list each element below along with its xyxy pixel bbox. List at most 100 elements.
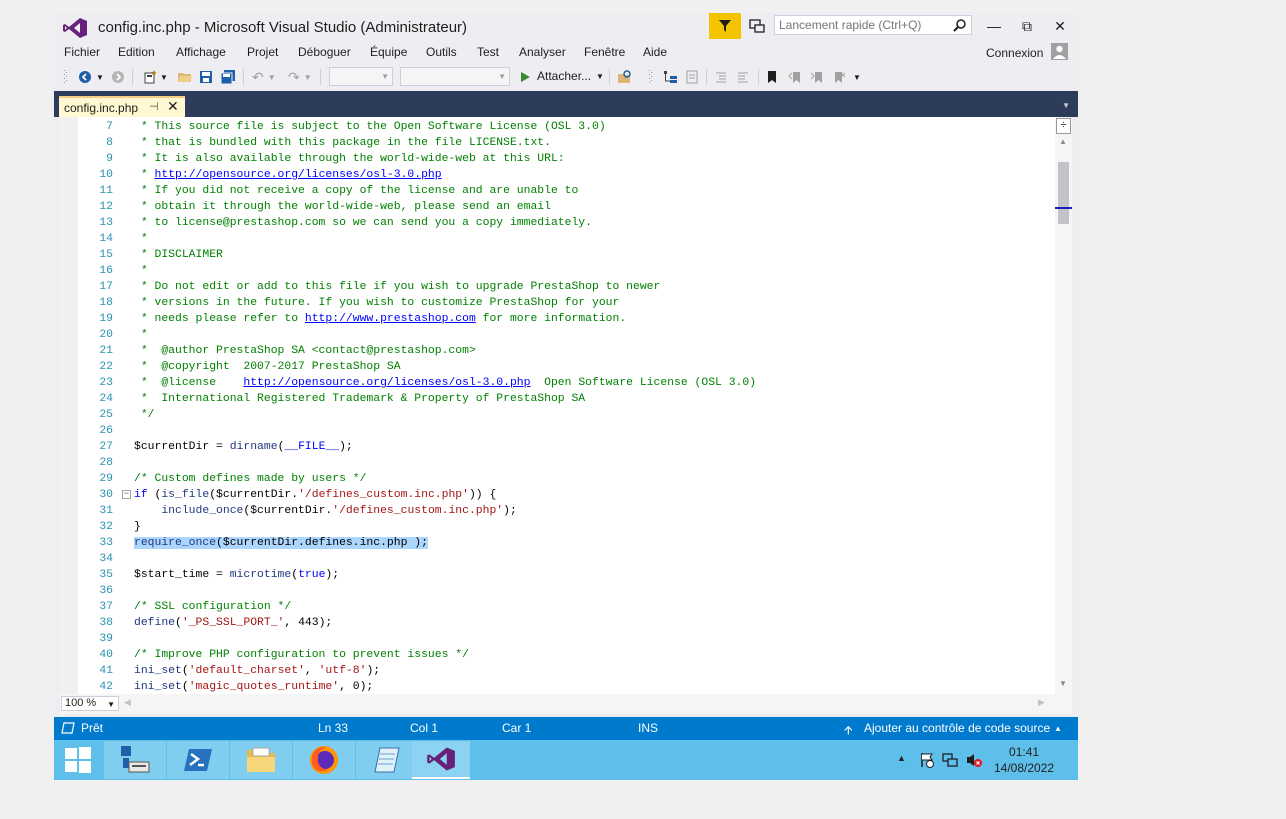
- code-line[interactable]: 19 * needs please refer to http://www.pr…: [79, 311, 1054, 327]
- code-line[interactable]: 9 * It is also available through the wor…: [79, 151, 1054, 167]
- search-icon[interactable]: [953, 18, 967, 32]
- code-area[interactable]: 7 * This source file is subject to the O…: [79, 119, 1054, 692]
- line-text[interactable]: *: [134, 231, 148, 247]
- pin-icon[interactable]: ⊣: [149, 100, 159, 113]
- line-text[interactable]: * @author PrestaShop SA <contact@prestas…: [134, 343, 476, 359]
- attach-debugger-button[interactable]: [519, 68, 531, 86]
- toolbar-grip-2[interactable]: [649, 68, 653, 86]
- code-line[interactable]: 32}: [79, 519, 1054, 535]
- menu-affichage[interactable]: Affichage: [176, 45, 226, 59]
- menu-test[interactable]: Test: [477, 45, 499, 59]
- code-line[interactable]: 31 include_once($currentDir.'/defines_cu…: [79, 503, 1054, 519]
- notifications-filter-button[interactable]: [709, 13, 741, 39]
- attach-label[interactable]: Attacher...: [537, 69, 591, 83]
- find-in-files-button[interactable]: [617, 68, 633, 86]
- code-line[interactable]: 20 *: [79, 327, 1054, 343]
- code-line[interactable]: 26: [79, 423, 1054, 439]
- zoom-level-combo[interactable]: 100 % ▼: [61, 696, 119, 711]
- code-line[interactable]: 8 * that is bundled with this package in…: [79, 135, 1054, 151]
- line-text[interactable]: * @license http://opensource.org/license…: [134, 375, 756, 391]
- source-control-up-icon[interactable]: ▲: [1054, 724, 1062, 733]
- code-line[interactable]: 7 * This source file is subject to the O…: [79, 119, 1054, 135]
- code-line[interactable]: 16 *: [79, 263, 1054, 279]
- scroll-up-icon[interactable]: ▲: [1059, 137, 1067, 146]
- line-text[interactable]: include_once($currentDir.'/defines_custo…: [134, 503, 516, 519]
- code-line[interactable]: 11 * If you did not receive a copy of th…: [79, 183, 1054, 199]
- indent-button[interactable]: [736, 68, 750, 86]
- line-text[interactable]: }: [134, 519, 141, 535]
- vertical-scrollbar[interactable]: ÷ ▲ ▼: [1055, 117, 1072, 694]
- start-button[interactable]: [54, 741, 102, 779]
- line-text[interactable]: */: [134, 407, 155, 423]
- code-line[interactable]: 14 *: [79, 231, 1054, 247]
- code-line[interactable]: 25 */: [79, 407, 1054, 423]
- indicator-margin[interactable]: [60, 117, 78, 694]
- menu-projet[interactable]: Projet: [247, 45, 278, 59]
- code-line[interactable]: 27 $currentDir = dirname(__FILE__);: [79, 439, 1054, 455]
- action-center-flag-icon[interactable]: [919, 752, 935, 768]
- taskbar-powershell[interactable]: [167, 741, 229, 779]
- code-line[interactable]: 40 /* Improve PHP configuration to preven…: [79, 647, 1054, 663]
- volume-muted-icon[interactable]: [966, 752, 982, 768]
- taskbar-visual-studio[interactable]: [412, 741, 470, 779]
- new-project-button[interactable]: ▼: [142, 68, 168, 86]
- user-avatar-icon[interactable]: [1051, 43, 1068, 60]
- code-line[interactable]: 22 * @copyright 2007-2017 PrestaShop SA: [79, 359, 1054, 375]
- line-text[interactable]: * Do not edit or add to this file if you…: [134, 279, 661, 295]
- line-text[interactable]: * International Registered Trademark & P…: [134, 391, 585, 407]
- class-view-button[interactable]: [662, 68, 678, 86]
- scrollbar-thumb[interactable]: [1058, 162, 1069, 224]
- code-line[interactable]: 42 ini_set('magic_quotes_runtime', 0);: [79, 679, 1054, 692]
- line-text[interactable]: *: [134, 327, 148, 343]
- code-line[interactable]: 18 * versions in the future. If you wish…: [79, 295, 1054, 311]
- code-line[interactable]: 35 $start_time = microtime(true);: [79, 567, 1054, 583]
- menu-equipe[interactable]: Équipe: [370, 45, 407, 59]
- outdent-button[interactable]: [714, 68, 728, 86]
- menu-deboguer[interactable]: Déboguer: [298, 45, 351, 59]
- restore-button[interactable]: ⧉: [1012, 14, 1042, 38]
- quick-launch-box[interactable]: [774, 15, 972, 35]
- add-to-source-control-button[interactable]: Ajouter au contrôle de code source: [864, 721, 1050, 735]
- code-line[interactable]: 12 * obtain it through the world-wide-we…: [79, 199, 1054, 215]
- object-browser-button[interactable]: [684, 68, 700, 86]
- code-line[interactable]: 38 define('_PS_SSL_PORT_', 443);: [79, 615, 1054, 631]
- code-line[interactable]: 23 * @license http://opensource.org/lice…: [79, 375, 1054, 391]
- undo-button[interactable]: ↶ ▼: [252, 68, 276, 86]
- collapse-region-icon[interactable]: −: [122, 490, 131, 499]
- code-line[interactable]: 15 * DISCLAIMER: [79, 247, 1054, 263]
- taskbar-file-explorer[interactable]: [230, 741, 292, 779]
- menu-fenetre[interactable]: Fenêtre: [584, 45, 625, 59]
- line-text[interactable]: require_once($currentDir.defines.inc.php…: [134, 535, 428, 551]
- toolbar-grip[interactable]: [64, 68, 68, 86]
- line-text[interactable]: * This source file is subject to the Ope…: [134, 119, 606, 135]
- code-line[interactable]: 10 * http://opensource.org/licenses/osl-…: [79, 167, 1054, 183]
- show-hidden-icons-icon[interactable]: ▲: [897, 753, 906, 763]
- code-line[interactable]: 28: [79, 455, 1054, 471]
- code-line[interactable]: 24 * International Registered Trademark …: [79, 391, 1054, 407]
- line-text[interactable]: * obtain it through the world-wide-web, …: [134, 199, 551, 215]
- navigate-forward-button[interactable]: [111, 68, 125, 86]
- close-window-button[interactable]: ✕: [1045, 14, 1075, 38]
- save-button[interactable]: [199, 68, 213, 86]
- sign-in-link[interactable]: Connexion: [986, 46, 1043, 60]
- line-text[interactable]: $currentDir = dirname(__FILE__);: [134, 439, 353, 455]
- taskbar-firefox[interactable]: [293, 741, 355, 779]
- taskbar-clock[interactable]: 01:41 14/08/2022: [994, 744, 1054, 776]
- taskbar-notepad[interactable]: [356, 741, 418, 779]
- tab-config-inc-php[interactable]: config.inc.php ⊣ ✕: [59, 96, 185, 117]
- feedback-icon[interactable]: [748, 17, 766, 35]
- code-line[interactable]: 29 /* Custom defines made by users */: [79, 471, 1054, 487]
- network-icon[interactable]: [942, 752, 958, 768]
- line-text[interactable]: define('_PS_SSL_PORT_', 443);: [134, 615, 332, 631]
- code-line[interactable]: 39: [79, 631, 1054, 647]
- scroll-left-icon[interactable]: ◀: [124, 697, 131, 708]
- code-line[interactable]: 13 * to license@prestashop.com so we can…: [79, 215, 1054, 231]
- split-window-button[interactable]: ÷: [1056, 118, 1071, 134]
- minimize-button[interactable]: —: [979, 14, 1009, 38]
- code-editor[interactable]: 7 * This source file is subject to the O…: [60, 117, 1072, 714]
- redo-button[interactable]: ↷ ▼: [288, 68, 312, 86]
- code-line[interactable]: 17 * Do not edit or add to this file if …: [79, 279, 1054, 295]
- tab-list-dropdown-icon[interactable]: ▼: [1062, 101, 1070, 110]
- save-all-button[interactable]: [220, 68, 236, 86]
- next-bookmark-button[interactable]: [810, 68, 824, 86]
